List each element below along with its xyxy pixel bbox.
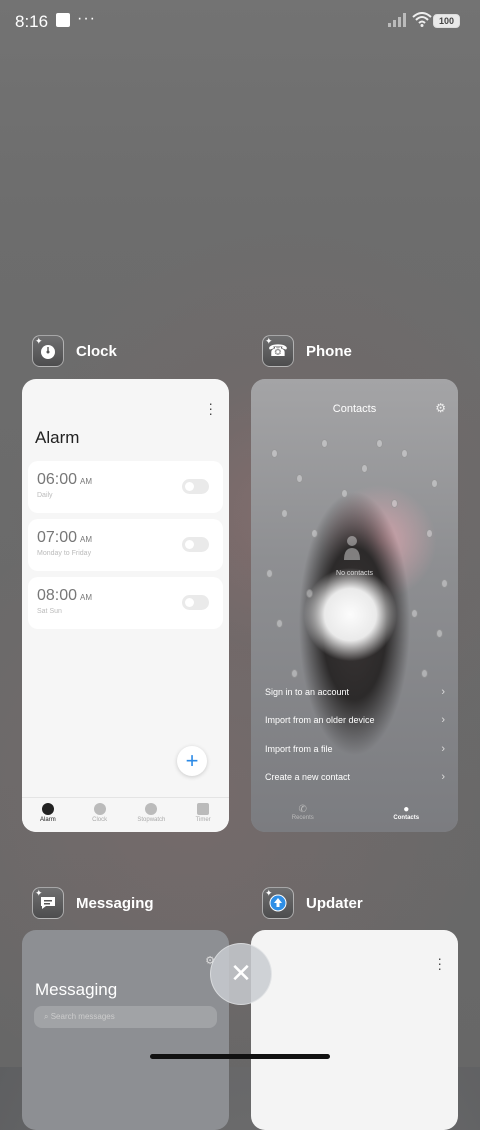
more-notifications-icon: ··· [77,10,96,27]
search-messages-input[interactable]: ⌕ Search messages [34,1006,217,1028]
chevron-right-icon: › [441,771,445,783]
tab-recents[interactable]: ✆ Recents [251,792,355,832]
home-gesture-bar[interactable] [150,1054,330,1059]
raindrop [341,489,348,498]
person-placeholder-icon [344,536,360,560]
clock-icon [93,803,106,815]
tab-stopwatch[interactable]: Stopwatch [126,798,178,832]
stopwatch-icon [145,803,158,815]
cat-wallpaper [251,379,458,832]
alarm-repeat: Daily [37,492,53,499]
phone-app-icon: ✦ ☎ [262,335,294,367]
messaging-app-name: Messaging [76,894,154,912]
raindrop [376,439,383,448]
messaging-app-header[interactable]: ✦ Messaging [32,887,154,919]
raindrop [311,529,318,538]
messaging-app-icon: ✦ [32,887,64,919]
more-options-icon[interactable]: · · · [437,951,442,975]
raindrop [276,619,283,628]
clock-app-name: Clock [76,342,117,360]
raindrop [291,669,298,678]
raindrop [271,449,278,458]
updater-app-name: Updater [306,894,363,912]
raindrop [431,479,438,488]
tab-contacts[interactable]: ● Contacts [355,792,459,832]
contacts-title: Contacts [332,403,377,415]
alarm-ampm: AM [80,477,93,486]
person-icon: ● [403,804,410,815]
raindrop [401,449,408,458]
phone-app-name: Phone [306,342,352,360]
clock-app-header[interactable]: ✦ Clock [32,335,117,367]
alarm-repeat: Sat Sun [37,608,62,615]
alarm-time: 06:00 [37,471,78,488]
raindrop [421,669,428,678]
updater-app-header[interactable]: ✦ Updater [262,887,363,919]
alarm-time: 07:00 [37,529,78,546]
alarm-repeat: Monday to Friday [37,550,92,557]
alarm-time: 08:00 [37,587,78,604]
alarm-item[interactable]: 08:00 AM Sat Sun [28,577,223,629]
signal-icon [388,13,406,27]
alarm-toggle[interactable] [182,595,209,610]
raindrop [411,609,418,618]
raindrop [426,529,433,538]
import-older-device-row[interactable]: Import from an older device › [265,714,445,726]
alarm-title: Alarm [35,428,80,447]
raindrop [321,439,328,448]
alarm-item[interactable]: 06:00 AM Daily [28,461,223,513]
battery-icon: 100 [433,14,460,28]
raindrop [391,499,398,508]
alarm-ampm: AM [80,593,93,602]
search-icon: ⌕ [44,1012,49,1021]
clock-app-icon: ✦ [32,335,64,367]
wifi-icon [412,12,432,27]
alarm-toggle[interactable] [182,479,209,494]
tab-timer[interactable]: Timer [177,798,229,832]
clear-all-button[interactable]: ✕ [210,943,272,1005]
messaging-app-card[interactable]: ⚙ Messaging ⌕ Search messages [22,930,229,1130]
more-options-icon[interactable]: · · · [208,396,213,420]
settings-gear-icon[interactable]: ⚙ [435,401,446,415]
chevron-right-icon: › [441,714,445,726]
status-time: 8:16 [15,12,49,31]
hourglass-icon [197,803,210,815]
alarm-icon [41,803,54,815]
phone-app-header[interactable]: ✦ ☎ Phone [262,335,352,367]
notification-icon [56,13,70,27]
import-file-row[interactable]: Import from a file › [265,743,445,755]
add-alarm-button[interactable]: + [177,746,207,776]
create-contact-row[interactable]: Create a new contact › [265,771,445,783]
raindrop [361,464,368,473]
alarm-toggle[interactable] [182,537,209,552]
status-bar: 8:16 ··· 100 [0,0,480,44]
updater-app-card[interactable]: · · · [251,930,458,1130]
clock-tab-bar: Alarm Clock Stopwatch Timer [22,797,229,832]
chevron-right-icon: › [441,743,445,755]
clock-app-card[interactable]: · · · Alarm 06:00 AM Daily 07:00 AM Monday t… [22,379,229,832]
sign-in-account-row[interactable]: Sign in to an account › [265,686,445,698]
alarm-ampm: AM [80,535,93,544]
phone-tab-bar: ✆ Recents ● Contacts [251,792,458,832]
raindrop [306,589,313,598]
messaging-title: Messaging [35,980,118,999]
chevron-right-icon: › [441,686,445,698]
tab-alarm[interactable]: Alarm [22,798,74,832]
raindrop [436,629,443,638]
raindrop [281,509,288,518]
phone-icon: ✆ [298,804,307,815]
tab-clock[interactable]: Clock [74,798,126,832]
phone-app-card[interactable]: Contacts ⚙ No contacts Sign in to an acc… [251,379,458,832]
raindrop [441,579,448,588]
raindrop [296,474,303,483]
alarm-item[interactable]: 07:00 AM Monday to Friday [28,519,223,571]
no-contacts-text: No contacts [336,570,373,577]
updater-app-icon: ✦ [262,887,294,919]
